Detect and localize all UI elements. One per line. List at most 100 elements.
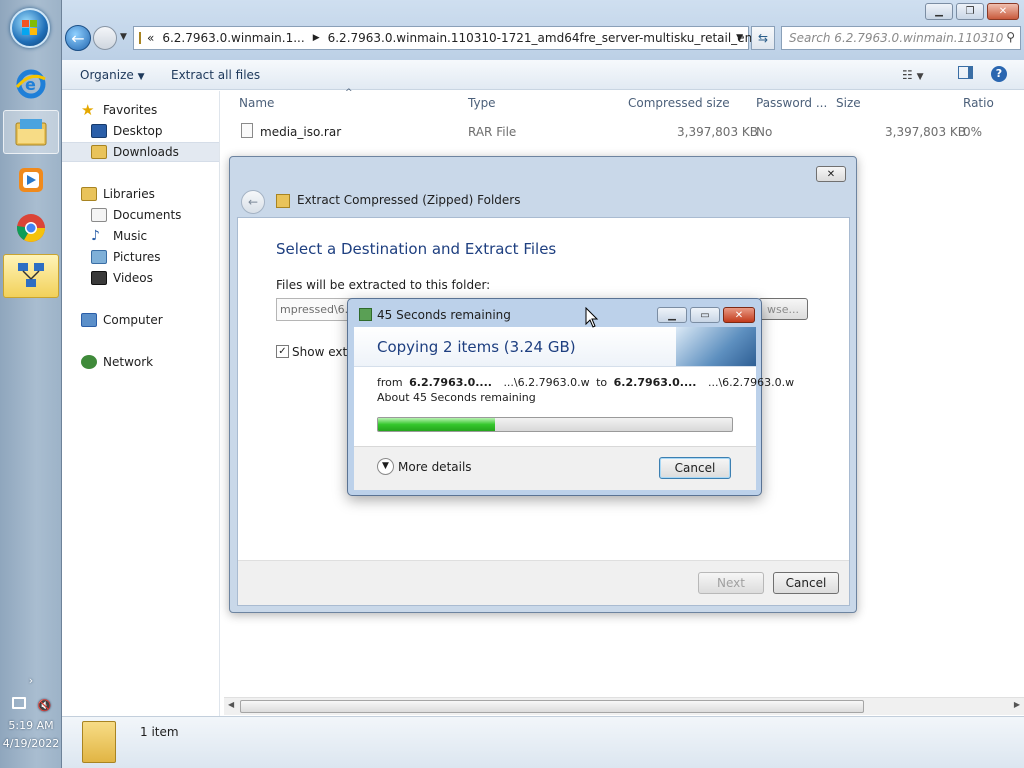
cell-name: media_iso.rar [260,125,342,139]
organize-button[interactable]: Organize ▼ [80,68,145,82]
browse-label: wse... [767,302,799,316]
taskbar-network-app[interactable] [3,254,59,298]
navigation-pane: ★ Favorites Desktop Downloads Libraries D… [62,91,220,717]
cell-compressed: 3,397,803 KB [677,125,758,139]
forward-button[interactable] [93,26,117,50]
to-path: ...\6.2.7963.0.w [707,376,795,389]
videos-icon [91,271,107,285]
nav-videos[interactable]: Videos [62,268,219,288]
to-word: to [596,376,608,389]
preview-pane-icon[interactable] [958,66,973,82]
copy-minimize-button[interactable]: ▁ [657,307,687,323]
organize-label: Organize [80,68,134,82]
taskbar-chrome[interactable] [3,206,59,250]
copy-close-button[interactable]: ✕ [723,307,755,323]
restore-button[interactable]: ❐ [956,3,984,20]
destination-path-input[interactable]: mpressed\6.2 [276,298,356,321]
destination-path-value: mpressed\6.2 [280,303,356,316]
column-header-compressed-size[interactable]: Compressed size [628,96,730,110]
address-dropdown-icon[interactable]: ▼ [736,33,743,43]
start-button[interactable] [10,8,50,48]
copy-graphic-icon [676,327,756,366]
nav-desktop[interactable]: Desktop [62,121,219,141]
nav-downloads[interactable]: Downloads [62,142,219,162]
volume-muted-icon[interactable]: 🔇 [38,699,52,712]
clock-date[interactable]: 4/19/2022 [0,737,62,750]
breadcrumb-segment-2[interactable]: 6.2.7963.0.winmain.110310-1721_amd64fre_… [328,31,771,45]
copy-restore-button[interactable]: ▭ [690,307,720,323]
sort-arrow-icon: ^ [345,88,353,98]
refresh-button[interactable]: ⇆ [751,26,775,50]
extract-cancel-button[interactable]: Cancel [773,572,839,594]
nav-desktop-label: Desktop [113,124,163,138]
column-header-name[interactable]: Name [239,96,274,110]
network-tray-icon[interactable] [12,697,26,709]
from-folder[interactable]: 6.2.7963.0.... [409,376,492,389]
nav-libraries[interactable]: Libraries [62,184,219,204]
to-folder[interactable]: 6.2.7963.0.... [614,376,697,389]
nav-pictures[interactable]: Pictures [62,247,219,267]
nav-computer[interactable]: Computer [62,310,219,330]
close-button[interactable]: ✕ [987,3,1019,20]
chevron-right-icon[interactable]: ▶ [313,33,320,43]
show-extracted-checkbox[interactable]: ✓ [276,345,289,358]
views-icon[interactable]: ☷ ▼ [902,68,924,82]
minimize-button[interactable]: ▁ [925,3,953,20]
search-input[interactable]: Search 6.2.7963.0.winmain.110310-172... … [781,26,1021,50]
column-header-ratio[interactable]: Ratio [963,96,994,110]
scroll-right-icon[interactable]: ▶ [1014,700,1020,709]
extract-close-button[interactable]: ✕ [816,166,846,182]
zip-folder-icon [276,194,290,208]
next-button[interactable]: Next [698,572,764,594]
taskbar-internet-explorer[interactable]: e [3,62,59,106]
column-header-password[interactable]: Password ... [756,96,827,110]
status-bar: 1 item [62,716,1024,768]
taskbar-explorer[interactable] [3,110,59,154]
help-icon[interactable]: ? [991,66,1007,82]
extract-all-button[interactable]: Extract all files [171,68,260,82]
copy-body: from 6.2.7963.0.... ...\6.2.7963.0.w to … [354,367,794,446]
nav-network[interactable]: Network [62,352,219,372]
copy-icon [359,308,372,321]
nav-documents[interactable]: Documents [62,205,219,225]
tray-icons: 🔇 [0,697,62,712]
breadcrumb-segment-1[interactable]: 6.2.7963.0.winmain.1... [162,31,304,45]
copy-cancel-button[interactable]: Cancel [659,457,731,479]
internet-explorer-icon: e [15,69,46,99]
svg-text:e: e [25,75,36,94]
pictures-icon [91,250,107,264]
show-hidden-icons-button[interactable]: › [0,674,62,687]
copy-source-line: from 6.2.7963.0.... ...\6.2.7963.0.w to … [377,376,794,389]
mouse-cursor-icon [585,307,599,328]
browse-button[interactable]: wse... [758,298,808,320]
taskbar-media-player[interactable] [3,158,59,202]
column-header-type[interactable]: Type [468,96,496,110]
nav-pictures-label: Pictures [113,250,161,264]
music-icon: ♪ [91,228,100,244]
column-header-size[interactable]: Size [836,96,861,110]
clock-time[interactable]: 5:19 AM [0,719,62,732]
item-count: 1 item [140,725,179,739]
extract-heading: Select a Destination and Extract Files [276,240,557,258]
breadcrumb-overflow[interactable]: « [147,31,154,45]
command-bar: Organize ▼ Extract all files ☷ ▼ ? [62,60,1024,90]
recent-pages-dropdown[interactable]: ▼ [120,32,127,42]
nav-music[interactable]: ♪ Music [62,226,219,246]
taskbar: e › 🔇 5:19 AM 4/19/2022 [0,0,62,768]
more-details-toggle[interactable]: ▼ More details [377,458,472,475]
scroll-left-icon[interactable]: ◀ [228,700,234,709]
wizard-back-button[interactable]: ← [241,190,265,214]
progress-fill [378,418,495,431]
nav-downloads-label: Downloads [113,145,179,159]
address-bar[interactable]: « 6.2.7963.0.winmain.1... ▶ 6.2.7963.0.w… [133,26,770,50]
nav-favorites[interactable]: ★ Favorites [62,100,219,120]
folder-explorer-icon [15,119,47,146]
scrollbar-thumb[interactable] [240,700,864,713]
computer-icon [81,313,97,327]
back-button[interactable]: ← [65,25,91,51]
copy-progress-bar [377,417,733,432]
horizontal-scrollbar[interactable]: ◀ ▶ [224,697,1024,715]
nav-music-label: Music [113,229,148,243]
extract-title: Extract Compressed (Zipped) Folders [297,193,521,207]
file-icon [241,123,253,141]
